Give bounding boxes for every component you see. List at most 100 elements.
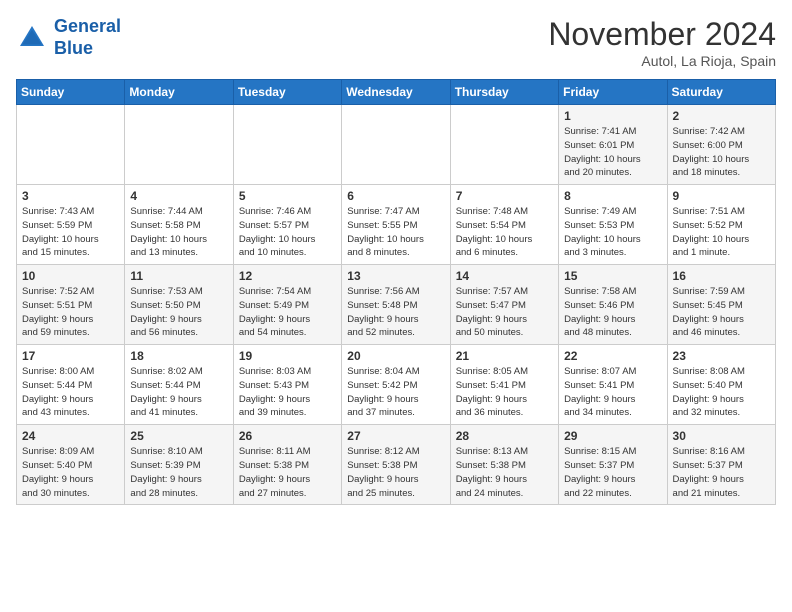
- cell-info: Sunrise: 8:16 AM Sunset: 5:37 PM Dayligh…: [673, 445, 770, 500]
- calendar-cell: 4 Sunrise: 7:44 AM Sunset: 5:58 PM Daylig…: [125, 185, 233, 265]
- cell-info: Sunrise: 7:54 AM Sunset: 5:49 PM Dayligh…: [239, 285, 336, 340]
- cell-info: Sunrise: 8:05 AM Sunset: 5:41 PM Dayligh…: [456, 365, 553, 420]
- calendar-cell: 3 Sunrise: 7:43 AM Sunset: 5:59 PM Daylig…: [17, 185, 125, 265]
- calendar-cell: [233, 105, 341, 185]
- day-number: 20: [347, 349, 444, 363]
- calendar-cell: 6 Sunrise: 7:47 AM Sunset: 5:55 PM Daylig…: [342, 185, 450, 265]
- calendar-cell: [342, 105, 450, 185]
- weekday-header: Monday: [125, 80, 233, 105]
- location: Autol, La Rioja, Spain: [548, 53, 776, 69]
- calendar-cell: 16 Sunrise: 7:59 AM Sunset: 5:45 PM Dayli…: [667, 265, 775, 345]
- calendar-cell: 11 Sunrise: 7:53 AM Sunset: 5:50 PM Dayli…: [125, 265, 233, 345]
- day-number: 6: [347, 189, 444, 203]
- calendar-cell: 28Sunrise: 8:13 AM Sunset: 5:38 PM Dayli…: [450, 425, 558, 505]
- day-number: 4: [130, 189, 227, 203]
- cell-info: Sunrise: 7:53 AM Sunset: 5:50 PM Dayligh…: [130, 285, 227, 340]
- day-number: 9: [673, 189, 770, 203]
- day-number: 25: [130, 429, 227, 443]
- calendar-cell: 8 Sunrise: 7:49 AM Sunset: 5:53 PM Daylig…: [559, 185, 667, 265]
- calendar-week-row: 17 Sunrise: 8:00 AM Sunset: 5:44 PM Dayli…: [17, 345, 776, 425]
- day-number: 30: [673, 429, 770, 443]
- logo-text: General Blue: [54, 16, 121, 59]
- logo-icon: [16, 22, 48, 54]
- cell-info: Sunrise: 7:44 AM Sunset: 5:58 PM Dayligh…: [130, 205, 227, 260]
- cell-info: Sunrise: 8:07 AM Sunset: 5:41 PM Dayligh…: [564, 365, 661, 420]
- cell-info: Sunrise: 8:10 AM Sunset: 5:39 PM Dayligh…: [130, 445, 227, 500]
- day-number: 8: [564, 189, 661, 203]
- day-number: 17: [22, 349, 119, 363]
- calendar-cell: 24 Sunrise: 8:09 AM Sunset: 5:40 PM Dayli…: [17, 425, 125, 505]
- logo: General Blue: [16, 16, 121, 59]
- day-number: 24: [22, 429, 119, 443]
- cell-info: Sunrise: 7:46 AM Sunset: 5:57 PM Dayligh…: [239, 205, 336, 260]
- weekday-header: Friday: [559, 80, 667, 105]
- calendar-cell: 21 Sunrise: 8:05 AM Sunset: 5:41 PM Dayli…: [450, 345, 558, 425]
- day-number: 16: [673, 269, 770, 283]
- weekday-header: Thursday: [450, 80, 558, 105]
- weekday-header: Tuesday: [233, 80, 341, 105]
- calendar-cell: 20 Sunrise: 8:04 AM Sunset: 5:42 PM Dayli…: [342, 345, 450, 425]
- calendar-cell: 9Sunrise: 7:51 AM Sunset: 5:52 PM Daylig…: [667, 185, 775, 265]
- calendar-cell: 27 Sunrise: 8:12 AM Sunset: 5:38 PM Dayli…: [342, 425, 450, 505]
- cell-info: Sunrise: 8:08 AM Sunset: 5:40 PM Dayligh…: [673, 365, 770, 420]
- calendar-table: SundayMondayTuesdayWednesdayThursdayFrid…: [16, 79, 776, 505]
- calendar-cell: 12 Sunrise: 7:54 AM Sunset: 5:49 PM Dayli…: [233, 265, 341, 345]
- calendar-cell: [450, 105, 558, 185]
- calendar-cell: 7 Sunrise: 7:48 AM Sunset: 5:54 PM Daylig…: [450, 185, 558, 265]
- calendar-week-row: 1Sunrise: 7:41 AM Sunset: 6:01 PM Daylig…: [17, 105, 776, 185]
- cell-info: Sunrise: 8:13 AM Sunset: 5:38 PM Dayligh…: [456, 445, 553, 500]
- day-number: 21: [456, 349, 553, 363]
- calendar-cell: 10 Sunrise: 7:52 AM Sunset: 5:51 PM Dayli…: [17, 265, 125, 345]
- cell-info: Sunrise: 8:12 AM Sunset: 5:38 PM Dayligh…: [347, 445, 444, 500]
- day-number: 23: [673, 349, 770, 363]
- title-block: November 2024 Autol, La Rioja, Spain: [548, 16, 776, 69]
- calendar-cell: 30 Sunrise: 8:16 AM Sunset: 5:37 PM Dayli…: [667, 425, 775, 505]
- cell-info: Sunrise: 7:49 AM Sunset: 5:53 PM Dayligh…: [564, 205, 661, 260]
- calendar-cell: [17, 105, 125, 185]
- calendar-header: SundayMondayTuesdayWednesdayThursdayFrid…: [17, 80, 776, 105]
- calendar-cell: [125, 105, 233, 185]
- day-number: 13: [347, 269, 444, 283]
- day-number: 19: [239, 349, 336, 363]
- cell-info: Sunrise: 7:48 AM Sunset: 5:54 PM Dayligh…: [456, 205, 553, 260]
- calendar-cell: 2Sunrise: 7:42 AM Sunset: 6:00 PM Daylig…: [667, 105, 775, 185]
- calendar-cell: 13 Sunrise: 7:56 AM Sunset: 5:48 PM Dayli…: [342, 265, 450, 345]
- cell-info: Sunrise: 7:43 AM Sunset: 5:59 PM Dayligh…: [22, 205, 119, 260]
- cell-info: Sunrise: 8:02 AM Sunset: 5:44 PM Dayligh…: [130, 365, 227, 420]
- day-number: 15: [564, 269, 661, 283]
- cell-info: Sunrise: 7:59 AM Sunset: 5:45 PM Dayligh…: [673, 285, 770, 340]
- day-number: 27: [347, 429, 444, 443]
- cell-info: Sunrise: 8:00 AM Sunset: 5:44 PM Dayligh…: [22, 365, 119, 420]
- calendar-cell: 1Sunrise: 7:41 AM Sunset: 6:01 PM Daylig…: [559, 105, 667, 185]
- calendar-cell: 26Sunrise: 8:11 AM Sunset: 5:38 PM Dayli…: [233, 425, 341, 505]
- calendar-cell: 29Sunrise: 8:15 AM Sunset: 5:37 PM Dayli…: [559, 425, 667, 505]
- cell-info: Sunrise: 8:04 AM Sunset: 5:42 PM Dayligh…: [347, 365, 444, 420]
- cell-info: Sunrise: 7:56 AM Sunset: 5:48 PM Dayligh…: [347, 285, 444, 340]
- page-header: General Blue November 2024 Autol, La Rio…: [16, 16, 776, 69]
- day-number: 10: [22, 269, 119, 283]
- day-number: 18: [130, 349, 227, 363]
- day-number: 14: [456, 269, 553, 283]
- calendar-cell: 23 Sunrise: 8:08 AM Sunset: 5:40 PM Dayli…: [667, 345, 775, 425]
- day-number: 11: [130, 269, 227, 283]
- cell-info: Sunrise: 7:52 AM Sunset: 5:51 PM Dayligh…: [22, 285, 119, 340]
- calendar-body: 1Sunrise: 7:41 AM Sunset: 6:01 PM Daylig…: [17, 105, 776, 505]
- calendar-cell: 22Sunrise: 8:07 AM Sunset: 5:41 PM Dayli…: [559, 345, 667, 425]
- calendar-week-row: 10 Sunrise: 7:52 AM Sunset: 5:51 PM Dayli…: [17, 265, 776, 345]
- month-title: November 2024: [548, 16, 776, 53]
- calendar-cell: 15Sunrise: 7:58 AM Sunset: 5:46 PM Dayli…: [559, 265, 667, 345]
- calendar-week-row: 24 Sunrise: 8:09 AM Sunset: 5:40 PM Dayli…: [17, 425, 776, 505]
- cell-info: Sunrise: 8:11 AM Sunset: 5:38 PM Dayligh…: [239, 445, 336, 500]
- cell-info: Sunrise: 8:15 AM Sunset: 5:37 PM Dayligh…: [564, 445, 661, 500]
- cell-info: Sunrise: 8:09 AM Sunset: 5:40 PM Dayligh…: [22, 445, 119, 500]
- cell-info: Sunrise: 7:57 AM Sunset: 5:47 PM Dayligh…: [456, 285, 553, 340]
- day-number: 2: [673, 109, 770, 123]
- cell-info: Sunrise: 7:41 AM Sunset: 6:01 PM Dayligh…: [564, 125, 661, 180]
- cell-info: Sunrise: 8:03 AM Sunset: 5:43 PM Dayligh…: [239, 365, 336, 420]
- weekday-header: Sunday: [17, 80, 125, 105]
- cell-info: Sunrise: 7:47 AM Sunset: 5:55 PM Dayligh…: [347, 205, 444, 260]
- day-number: 12: [239, 269, 336, 283]
- day-number: 3: [22, 189, 119, 203]
- day-number: 7: [456, 189, 553, 203]
- weekday-header: Wednesday: [342, 80, 450, 105]
